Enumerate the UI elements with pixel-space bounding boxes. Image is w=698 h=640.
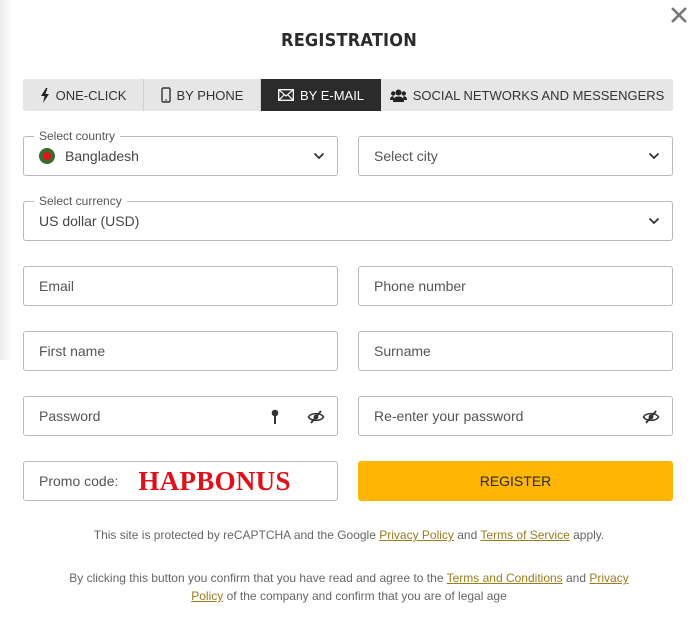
recaptcha-text: and — [453, 528, 481, 542]
currency-select[interactable]: Select currency US dollar (USD) — [23, 194, 673, 241]
promo-code-input[interactable]: Promo code: HAPBONUS — [23, 461, 338, 501]
phone-icon — [160, 87, 171, 103]
email-input[interactable]: Email — [23, 266, 338, 306]
country-legend: Select country — [34, 129, 121, 143]
chevron-down-icon — [648, 217, 660, 225]
confirm-password-input[interactable]: Re-enter your password — [358, 396, 673, 436]
first-name-input[interactable]: First name — [23, 331, 338, 371]
register-button[interactable]: REGISTER — [358, 461, 673, 501]
dialog-title: REGISTRATION — [281, 30, 417, 51]
first-name-placeholder: First name — [39, 343, 106, 359]
privacy-policy-link[interactable]: Privacy Policy — [379, 528, 454, 542]
eye-slash-icon[interactable] — [642, 409, 660, 425]
recaptcha-text: apply. — [569, 528, 605, 542]
tab-label: ONE-CLICK — [55, 87, 127, 103]
country-value: Bangladesh — [65, 148, 139, 164]
city-placeholder: Select city — [374, 148, 438, 164]
eye-slash-icon[interactable] — [307, 409, 325, 425]
recaptcha-text: This site is protected by reCAPTCHA and … — [93, 528, 380, 542]
password-input[interactable]: Password — [23, 396, 338, 436]
promo-code-value: HAPBONUS — [138, 465, 291, 496]
confirm-password-placeholder: Re-enter your password — [374, 408, 524, 424]
tab-one-click[interactable]: ONE-CLICK — [23, 79, 144, 111]
surname-placeholder: Surname — [374, 343, 431, 359]
tab-by-email[interactable]: BY E-MAIL — [261, 79, 381, 111]
surname-input[interactable]: Surname — [358, 331, 673, 371]
registration-method-tabs: ONE-CLICK BY PHONE BY E-MAIL SOCIAL NETW… — [23, 79, 673, 111]
city-select[interactable]: Select city — [358, 136, 673, 176]
bangladesh-flag-icon — [39, 148, 55, 164]
lightning-icon — [40, 87, 49, 103]
tab-label: SOCIAL NETWORKS AND MESSENGERS — [412, 87, 665, 103]
close-icon — [671, 7, 687, 23]
consent-text: and — [562, 571, 590, 585]
tab-social-networks[interactable]: SOCIAL NETWORKS AND MESSENGERS — [381, 79, 673, 111]
backdrop-edge — [0, 0, 12, 360]
terms-of-service-link[interactable]: Terms of Service — [480, 528, 569, 542]
consent-text: of the company and confirm that you are … — [223, 589, 507, 603]
tab-label: BY E-MAIL — [299, 87, 365, 103]
country-select[interactable]: Select country Bangladesh — [23, 129, 338, 176]
tab-label: BY PHONE — [176, 87, 244, 103]
envelope-icon — [278, 89, 294, 101]
tab-by-phone[interactable]: BY PHONE — [144, 79, 261, 111]
close-button[interactable] — [669, 5, 689, 25]
key-icon[interactable] — [270, 409, 280, 425]
password-placeholder: Password — [39, 408, 101, 424]
users-icon — [389, 89, 407, 102]
currency-legend: Select currency — [34, 194, 127, 208]
consent-notice: By clicking this button you confirm that… — [0, 569, 698, 605]
promo-code-label: Promo code: — [39, 473, 119, 489]
phone-number-input[interactable]: Phone number — [358, 266, 673, 306]
recaptcha-notice: This site is protected by reCAPTCHA and … — [0, 526, 698, 544]
chevron-down-icon — [313, 152, 325, 160]
email-placeholder: Email — [39, 278, 75, 294]
chevron-down-icon — [648, 152, 660, 160]
currency-value: US dollar (USD) — [39, 213, 140, 229]
terms-and-conditions-link[interactable]: Terms and Conditions — [447, 571, 563, 585]
phone-placeholder: Phone number — [374, 278, 466, 294]
consent-text: By clicking this button you confirm that… — [69, 571, 447, 585]
